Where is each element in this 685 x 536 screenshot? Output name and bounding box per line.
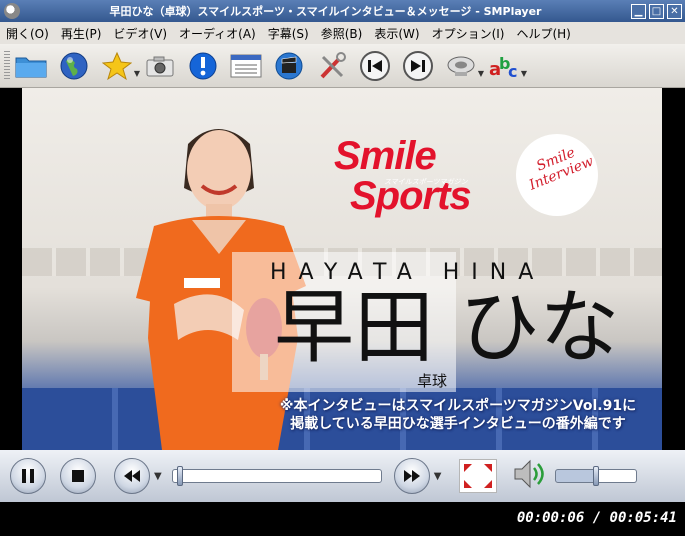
caption-line-1: ※本インタビューはスマイルスポーツマガジンVol.91に xyxy=(279,398,637,414)
seek-slider-thumb[interactable] xyxy=(176,466,183,486)
stop-icon xyxy=(72,470,84,482)
media-info-button[interactable] xyxy=(186,48,220,84)
screenshot-camera-icon xyxy=(146,56,174,76)
video-clapper-icon xyxy=(275,52,303,79)
next-button[interactable] xyxy=(401,48,435,84)
rewind-icon xyxy=(124,470,140,482)
rewind-menu-chevron-down-icon[interactable]: ▼ xyxy=(154,471,162,482)
favorites-star-icon xyxy=(102,51,132,80)
title-bar: 早田ひな（卓球）スマイルスポーツ・スマイルインタビュー＆メッセージ - SMPl… xyxy=(0,0,685,22)
video-frame[interactable]: Smile Sports スマイルスポーツマガジン Smile Intervie… xyxy=(22,88,662,450)
menu-play[interactable]: 再生(P) xyxy=(55,25,108,42)
chevron-down-icon: ▼ xyxy=(477,68,484,78)
speaker-icon xyxy=(514,459,545,489)
open-file-button[interactable] xyxy=(14,48,48,84)
volume-slider[interactable] xyxy=(555,466,638,486)
fullscreen-icon xyxy=(464,464,493,488)
menu-view[interactable]: 表示(W) xyxy=(368,25,425,42)
caption-line-2: 掲載している早田ひな選手インタビューの番外編です xyxy=(290,415,626,432)
video-equalizer-button[interactable] xyxy=(272,48,306,84)
menu-help[interactable]: ヘルプ(H) xyxy=(510,25,576,42)
maximize-button[interactable]: □ xyxy=(649,3,664,19)
pause-button[interactable] xyxy=(10,458,46,494)
preferences-button[interactable] xyxy=(315,48,349,84)
info-icon xyxy=(189,52,217,79)
menu-audio[interactable]: オーディオ(A) xyxy=(173,25,262,42)
menu-options[interactable]: オプション(I) xyxy=(426,25,511,42)
close-button[interactable]: ✕ xyxy=(667,3,682,19)
volume-slider-thumb[interactable] xyxy=(593,466,600,486)
forward-icon xyxy=(403,470,420,482)
stop-button[interactable] xyxy=(60,458,96,494)
next-icon xyxy=(403,50,433,81)
video-caption: ※本インタビューはスマイルスポーツマガジンVol.91に 掲載している早田ひな選… xyxy=(258,398,658,433)
audio-track-icon xyxy=(447,56,475,76)
app-icon[interactable] xyxy=(4,3,20,19)
chevron-down-icon: ▼ xyxy=(520,68,527,78)
toolbar-grip[interactable] xyxy=(4,50,10,81)
playlist-button[interactable] xyxy=(229,48,263,84)
favorites-button[interactable]: ▼ xyxy=(100,48,140,84)
forward-button[interactable] xyxy=(393,458,430,494)
status-bar: 00:00:06 / 00:05:41 xyxy=(0,502,685,536)
open-url-button[interactable] xyxy=(57,48,91,84)
globe-icon xyxy=(60,52,88,79)
logo-subtitle: スマイルスポーツマガジン xyxy=(384,178,468,186)
seek-slider[interactable] xyxy=(171,466,382,486)
fullscreen-button[interactable] xyxy=(459,459,498,493)
smplayer-window: 早田ひな（卓球）スマイルスポーツ・スマイルインタビュー＆メッセージ - SMPl… xyxy=(0,0,685,536)
rewind-button[interactable] xyxy=(114,458,150,494)
chevron-down-icon: ▼ xyxy=(133,68,140,78)
menu-open[interactable]: 開く(O) xyxy=(0,25,55,42)
window-title: 早田ひな（卓球）スマイルスポーツ・スマイルインタビュー＆メッセージ - SMPl… xyxy=(109,5,542,18)
pause-icon xyxy=(22,469,34,483)
sport-label: 卓球 xyxy=(417,372,448,390)
forward-menu-chevron-down-icon[interactable]: ▼ xyxy=(434,471,442,482)
subtitle-abc-icon: abc xyxy=(489,54,517,81)
previous-icon xyxy=(360,50,390,81)
subtitle-track-button[interactable]: abc ▼ xyxy=(487,48,527,84)
playlist-icon xyxy=(230,54,262,77)
menu-subtitles[interactable]: 字幕(S) xyxy=(262,25,315,42)
time-display: 00:00:06 / 00:05:41 xyxy=(516,510,677,526)
tools-icon xyxy=(320,51,346,78)
logo-smile-text: Smile xyxy=(334,134,437,178)
mute-button[interactable] xyxy=(511,457,545,495)
svg-text:c: c xyxy=(508,62,517,81)
minimize-button[interactable]: ▁ xyxy=(631,3,646,19)
previous-button[interactable] xyxy=(358,48,392,84)
menu-browse[interactable]: 参照(B) xyxy=(315,25,369,42)
name-japanese: 早田 ひな xyxy=(274,281,620,374)
video-area[interactable]: Smile Sports スマイルスポーツマガジン Smile Intervie… xyxy=(0,88,685,450)
menu-bar: 開く(O) 再生(P) ビデオ(V) オーディオ(A) 字幕(S) 参照(B) … xyxy=(0,22,685,44)
control-bar: ▼ ▼ xyxy=(0,450,685,502)
main-toolbar: ▼ ▼ abc ▼ xyxy=(0,44,685,88)
screenshot-button[interactable] xyxy=(143,48,177,84)
menu-video[interactable]: ビデオ(V) xyxy=(107,25,173,42)
folder-icon xyxy=(15,57,47,77)
audio-track-button[interactable]: ▼ xyxy=(444,48,484,84)
